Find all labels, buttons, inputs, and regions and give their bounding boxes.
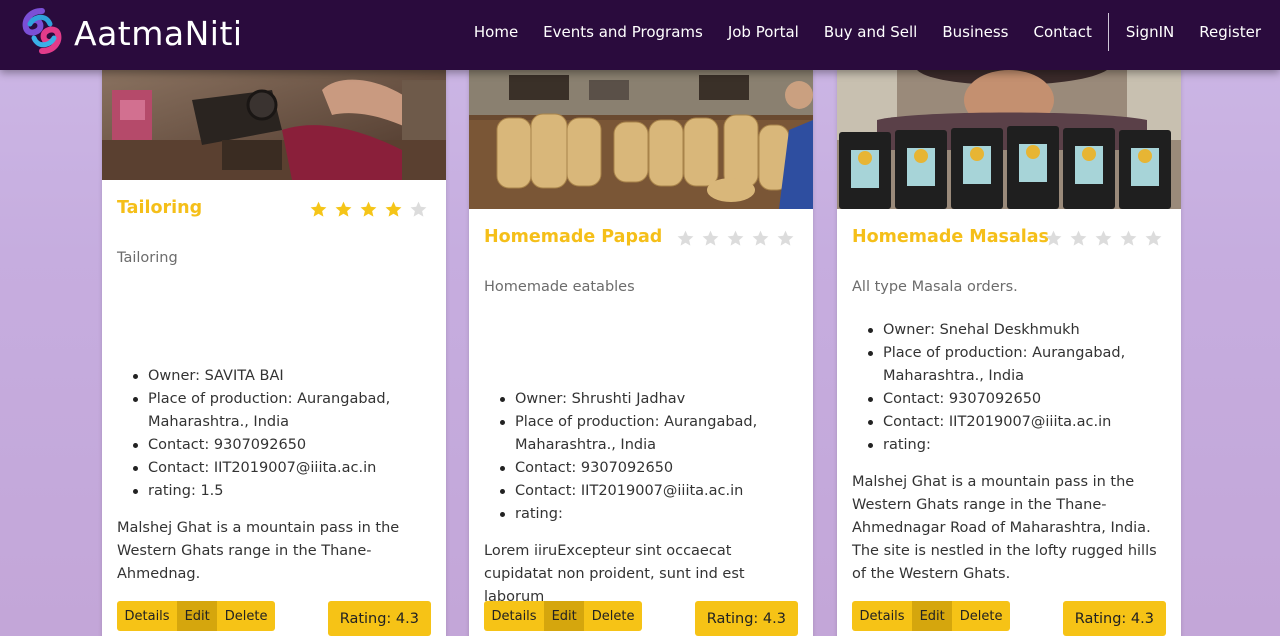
rating-badge: Rating: 4.3 [694, 601, 798, 636]
list-item: Place of production: Aurangabad, Maharas… [852, 342, 1172, 388]
signin-link[interactable]: SignIN [1113, 23, 1186, 41]
list-item: Owner: Snehal Deskhmukh [852, 319, 1172, 342]
card-title: Homemade Papad [484, 227, 663, 247]
star-icon[interactable] [1091, 228, 1116, 248]
list-item: Contact: 9307092650 [117, 434, 437, 457]
register-link[interactable]: Register [1187, 23, 1280, 41]
card-actions: Details Edit Delete [117, 601, 275, 631]
list-item: Contact: IIT2019007@iiita.ac.in [852, 411, 1172, 434]
star-icon[interactable] [1041, 228, 1066, 248]
card-info-list: Owner: Snehal Deskhmukh Place of product… [852, 319, 1172, 457]
star-icon[interactable] [698, 228, 723, 248]
business-card: Tailoring Tailoring Owner: SAVITA BAI Pl… [102, 70, 446, 636]
nav-link-events[interactable]: Events and Programs [531, 23, 716, 41]
rating-badge: Rating: 4.3 [1062, 601, 1166, 636]
card-description: Homemade eatables [484, 279, 635, 295]
delete-button[interactable]: Delete [584, 601, 642, 631]
card-image [102, 70, 446, 180]
card-info-list: Owner: Shrushti Jadhav Place of producti… [484, 388, 804, 526]
list-item: Contact: IIT2019007@iiita.ac.in [117, 457, 437, 480]
list-item: Contact: 9307092650 [852, 388, 1172, 411]
edit-button[interactable]: Edit [912, 601, 953, 631]
star-rating[interactable] [673, 228, 798, 248]
card-title: Tailoring [117, 198, 203, 218]
star-icon[interactable] [673, 228, 698, 248]
card-actions: Details Edit Delete [852, 601, 1010, 631]
brand-logo-icon [20, 8, 64, 58]
business-card: Homemade Masalas All type Masala orders.… [837, 70, 1181, 636]
star-icon[interactable] [748, 228, 773, 248]
details-button[interactable]: Details [852, 601, 913, 631]
star-rating[interactable] [306, 199, 431, 219]
rating-badge: Rating: 4.3 [327, 601, 431, 636]
details-button[interactable]: Details [484, 601, 545, 631]
card-text: Lorem iiruExcepteur sint occaecat cupida… [484, 543, 745, 605]
star-icon[interactable] [381, 199, 406, 219]
details-button[interactable]: Details [117, 601, 178, 631]
nav-links: Home Events and Programs Job Portal Buy … [461, 0, 1280, 64]
business-card: Homemade Papad Homemade eatables Owner: … [469, 70, 813, 636]
card-actions: Details Edit Delete [484, 601, 642, 631]
card-title: Homemade Masalas [852, 227, 1049, 247]
star-icon[interactable] [1116, 228, 1141, 248]
edit-button[interactable]: Edit [177, 601, 218, 631]
list-item: Owner: Shrushti Jadhav [484, 388, 804, 411]
star-icon[interactable] [723, 228, 748, 248]
card-image [469, 70, 813, 209]
nav-link-job-portal[interactable]: Job Portal [715, 23, 811, 41]
list-item: Owner: SAVITA BAI [117, 365, 437, 388]
edit-button[interactable]: Edit [544, 601, 585, 631]
list-item: rating: [484, 503, 804, 526]
brand[interactable]: AatmaNiti [20, 8, 243, 58]
star-icon[interactable] [331, 199, 356, 219]
list-item: Place of production: Aurangabad, Maharas… [117, 388, 437, 434]
list-item: Place of production: Aurangabad, Maharas… [484, 411, 804, 457]
delete-button[interactable]: Delete [952, 601, 1010, 631]
list-item: Contact: 9307092650 [484, 457, 804, 480]
list-item: Contact: IIT2019007@iiita.ac.in [484, 480, 804, 503]
star-icon[interactable] [773, 228, 798, 248]
nav-divider [1108, 13, 1110, 51]
card-description: Tailoring [117, 250, 178, 266]
nav-link-contact[interactable]: Contact [1021, 23, 1104, 41]
list-item: rating: 1.5 [117, 480, 437, 503]
star-icon[interactable] [1066, 228, 1091, 248]
star-rating[interactable] [1041, 228, 1166, 248]
brand-name: AatmaNiti [74, 13, 243, 53]
card-text: Malshej Ghat is a mountain pass in the W… [852, 474, 1157, 582]
nav-link-home[interactable]: Home [461, 23, 530, 41]
card-image [837, 70, 1181, 209]
nav-link-buy-sell[interactable]: Buy and Sell [811, 23, 930, 41]
card-description: All type Masala orders. [852, 279, 1018, 295]
star-icon[interactable] [1141, 228, 1166, 248]
delete-button[interactable]: Delete [217, 601, 275, 631]
star-icon[interactable] [356, 199, 381, 219]
card-info-list: Owner: SAVITA BAI Place of production: A… [117, 365, 437, 503]
navbar: AatmaNiti Home Events and Programs Job P… [0, 0, 1280, 70]
star-icon[interactable] [306, 199, 331, 219]
star-icon[interactable] [406, 199, 431, 219]
nav-link-business[interactable]: Business [930, 23, 1021, 41]
card-text: Malshej Ghat is a mountain pass in the W… [117, 520, 400, 582]
list-item: rating: [852, 434, 1172, 457]
